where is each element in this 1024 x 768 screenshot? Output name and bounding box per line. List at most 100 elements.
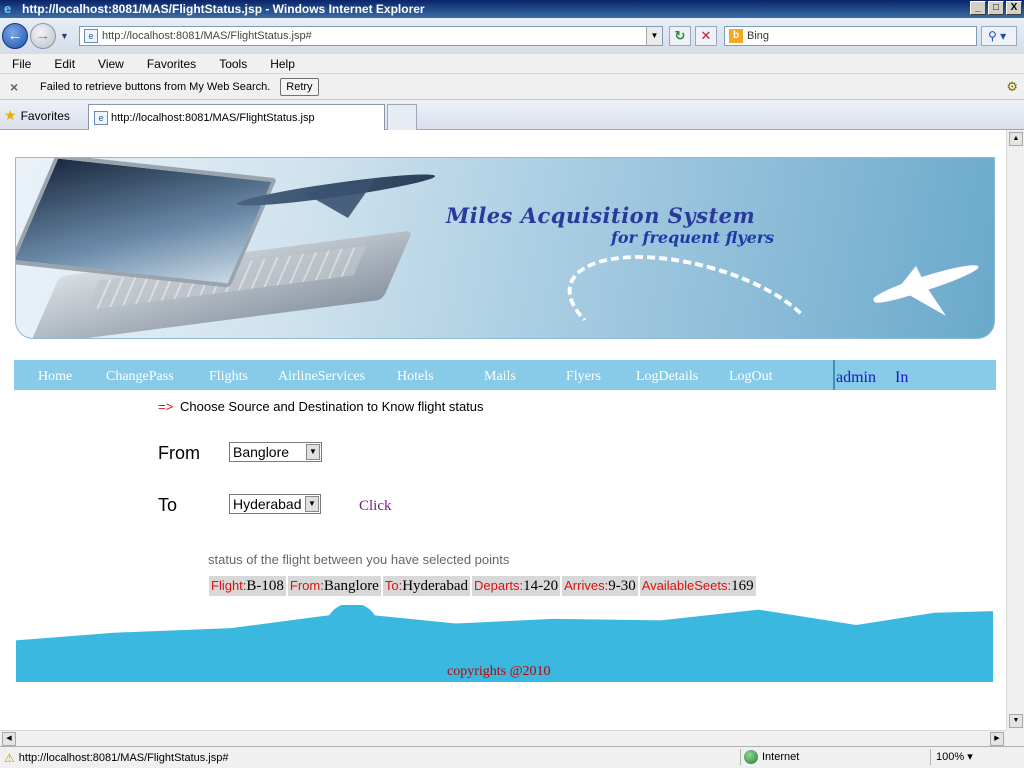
- address-bar[interactable]: e http://localhost:8081/MAS/FlightStatus…: [79, 26, 663, 46]
- new-tab-button[interactable]: [387, 104, 417, 130]
- menu-bar: File Edit View Favorites Tools Help: [0, 54, 1024, 74]
- result-from-label: From:: [289, 578, 324, 593]
- flight-result-row: Flight:B-108 From:Banglore To:Hyderabad …: [209, 576, 756, 596]
- tree-icon: [372, 623, 408, 657]
- window-titlebar: e http://localhost:8081/MAS/FlightStatus…: [0, 0, 1024, 18]
- status-bar: ⚠ http://localhost:8081/MAS/FlightStatus…: [0, 746, 1024, 768]
- nav-flyers[interactable]: Flyers: [566, 369, 601, 385]
- page-viewport: Miles Acquisition System for frequent fl…: [0, 130, 1006, 730]
- result-arrives-value: 9-30: [608, 578, 636, 594]
- favorites-bar: ★ Favorites e http://localhost:8081/MAS/…: [0, 100, 1024, 130]
- forward-button[interactable]: →: [30, 23, 56, 49]
- search-provider-text: Bing: [747, 30, 770, 42]
- white-airplane-icon: [871, 256, 981, 316]
- to-select[interactable]: Hyderabad ▼: [229, 494, 321, 514]
- page-icon: e: [84, 29, 98, 43]
- menu-file[interactable]: File: [8, 57, 35, 71]
- result-seats: AvailableSeets:169: [639, 576, 756, 596]
- banner-subtitle: for frequent flyers: [611, 228, 775, 247]
- check-status-link[interactable]: Click: [359, 498, 392, 515]
- back-button[interactable]: ←: [2, 23, 28, 49]
- stop-button[interactable]: ✕: [695, 26, 717, 46]
- address-url[interactable]: http://localhost:8081/MAS/FlightStatus.j…: [102, 30, 312, 42]
- nav-home[interactable]: Home: [38, 369, 72, 385]
- maximize-button[interactable]: □: [988, 1, 1004, 15]
- banner-title: Miles Acquisition System: [446, 203, 756, 228]
- from-label: From: [158, 443, 200, 463]
- result-seats-value: 169: [731, 578, 754, 594]
- search-input[interactable]: b Bing: [724, 26, 977, 46]
- back-arrow-icon: ←: [7, 27, 23, 44]
- stop-icon: ✕: [700, 28, 712, 43]
- nav-mails[interactable]: Mails: [484, 369, 516, 385]
- favorites-label: Favorites: [20, 108, 70, 123]
- status-separator: [740, 749, 741, 765]
- from-select-value: Banglore: [233, 444, 290, 460]
- menu-tools[interactable]: Tools: [215, 57, 251, 71]
- copyright-text: copyrights @2010: [447, 664, 551, 679]
- dismiss-notification-icon[interactable]: ×: [10, 79, 24, 95]
- horizontal-scrollbar[interactable]: ◀ ▶: [0, 730, 1006, 746]
- zoom-value: 100%: [936, 751, 965, 763]
- result-to: To:Hyderabad: [382, 576, 470, 596]
- to-label: To: [158, 495, 178, 515]
- menu-favorites[interactable]: Favorites: [143, 57, 200, 71]
- instruction-text: Choose Source and Destination to Know fl…: [180, 399, 484, 414]
- menu-view[interactable]: View: [94, 57, 128, 71]
- scrollbar-corner: [1006, 730, 1024, 746]
- result-departs-value: 14-20: [523, 578, 559, 594]
- notification-message: Failed to retrieve buttons from My Web S…: [40, 80, 271, 93]
- result-to-value: Hyderabad: [402, 578, 468, 594]
- refresh-button[interactable]: ↻: [669, 26, 691, 46]
- tab-flight-status[interactable]: e http://localhost:8081/MAS/FlightStatus…: [88, 104, 385, 130]
- nav-hotels[interactable]: Hotels: [397, 369, 434, 385]
- scroll-right-icon[interactable]: ▶: [990, 732, 1004, 746]
- search-button[interactable]: ⚲ ▾: [981, 26, 1017, 46]
- nav-flights[interactable]: Flights: [209, 369, 248, 385]
- nav-changepass[interactable]: ChangePass: [106, 369, 174, 385]
- flight-path-decoration: [554, 231, 834, 338]
- warning-icon: ⚠: [4, 750, 15, 765]
- from-select[interactable]: Banglore ▼: [229, 442, 322, 462]
- result-flight-label: Flight:: [211, 578, 247, 593]
- forward-arrow-icon: →: [35, 27, 51, 44]
- retry-button[interactable]: Retry: [280, 77, 319, 96]
- security-zone[interactable]: Internet: [744, 750, 799, 764]
- star-icon: ★: [4, 107, 17, 123]
- site-nav: Home ChangePass Flights AirlineServices …: [14, 360, 996, 390]
- menu-help[interactable]: Help: [266, 57, 299, 71]
- result-seats-label: AvailableSeets:: [641, 578, 732, 593]
- instruction-arrow: =>: [158, 399, 174, 414]
- window-title: http://localhost:8081/MAS/FlightStatus.j…: [22, 2, 425, 16]
- zoom-level[interactable]: 100% ▾: [936, 750, 973, 763]
- laptop-screen-image: [16, 158, 277, 288]
- menu-edit[interactable]: Edit: [50, 57, 79, 71]
- toolbar-options-icon[interactable]: ⚙: [1006, 79, 1018, 95]
- nav-airline-services[interactable]: AirlineServices: [278, 369, 365, 385]
- result-departs: Departs:14-20: [472, 576, 561, 596]
- result-from-value: Banglore: [323, 578, 379, 594]
- nav-login-state: In: [895, 369, 909, 386]
- bing-icon: b: [729, 29, 743, 43]
- site-banner: Miles Acquisition System for frequent fl…: [15, 157, 995, 339]
- nav-logout[interactable]: LogOut: [729, 369, 773, 385]
- nav-log-details[interactable]: LogDetails: [636, 369, 698, 385]
- chevron-down-icon: ▼: [306, 444, 320, 460]
- favorites-button[interactable]: ★ Favorites: [4, 107, 70, 124]
- tab-page-icon: e: [94, 110, 108, 125]
- scroll-up-icon[interactable]: ▲: [1009, 132, 1023, 146]
- to-select-value: Hyderabad: [233, 496, 302, 512]
- scroll-left-icon[interactable]: ◀: [2, 732, 16, 746]
- zone-label: Internet: [762, 751, 800, 763]
- status-url: http://localhost:8081/MAS/FlightStatus.j…: [18, 751, 229, 764]
- result-arrives: Arrives:9-30: [562, 576, 638, 596]
- chevron-down-icon: ▼: [305, 496, 319, 512]
- recent-pages-dropdown[interactable]: ▼: [60, 31, 69, 41]
- minimize-button[interactable]: _: [970, 1, 986, 15]
- vertical-scrollbar[interactable]: ▲ ▼: [1006, 130, 1024, 730]
- scroll-down-icon[interactable]: ▼: [1009, 714, 1023, 728]
- result-flight: Flight:B-108: [209, 576, 286, 596]
- nav-divider: [833, 360, 835, 390]
- address-dropdown[interactable]: ▼: [646, 27, 662, 45]
- close-button[interactable]: X: [1006, 1, 1022, 15]
